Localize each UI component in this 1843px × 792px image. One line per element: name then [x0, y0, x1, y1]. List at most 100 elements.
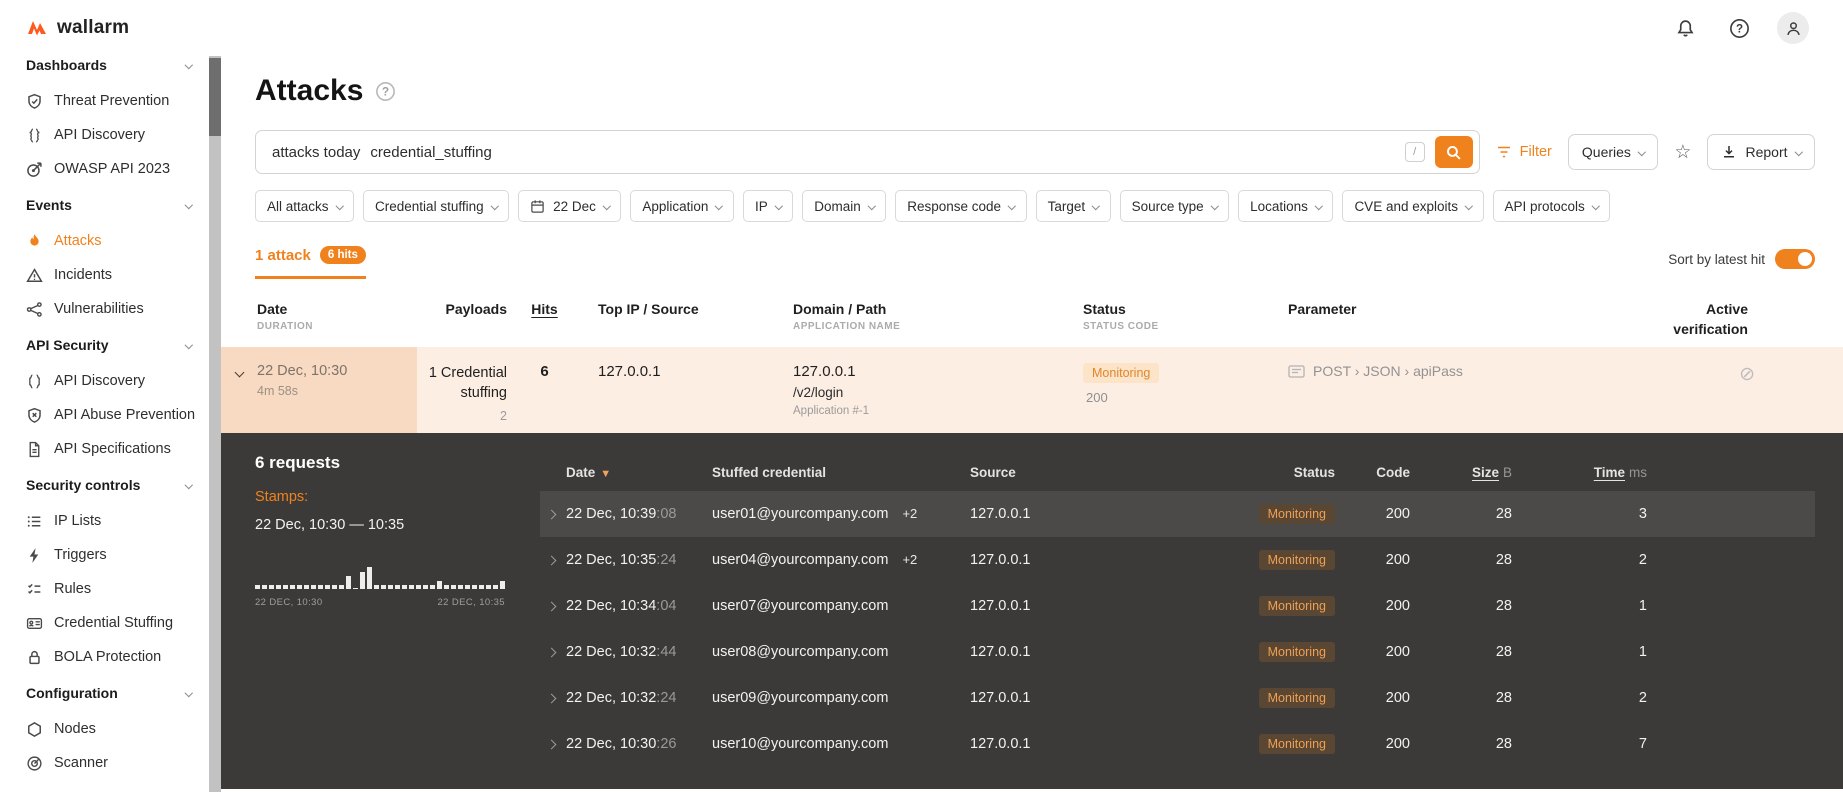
expand-chevron-icon[interactable]: [546, 693, 557, 703]
sidebar-item-triggers[interactable]: Triggers: [0, 538, 209, 572]
col-domain-path: Domain / Path: [793, 301, 887, 317]
sidebar-scrollbar[interactable]: [209, 56, 221, 792]
collapse-chevron-icon[interactable]: [234, 367, 244, 378]
expand-chevron-icon[interactable]: [546, 555, 557, 565]
expand-chevron-icon[interactable]: [546, 601, 557, 611]
col-time[interactable]: Time ms: [1512, 465, 1647, 480]
filter-chip-api-protocols[interactable]: API protocols: [1492, 190, 1611, 222]
request-date: 22 Dec, 10:32: [566, 644, 657, 660]
attack-domain[interactable]: 127.0.0.1: [793, 363, 1067, 380]
search-token[interactable]: attacks today: [272, 144, 360, 161]
col-parameter: Parameter: [1288, 301, 1357, 317]
top-bar: wallarm ?: [0, 0, 1843, 56]
scrollbar-track[interactable]: [209, 56, 221, 792]
keyboard-shortcut-hint: /: [1404, 142, 1425, 162]
sidebar-item-api-discovery-2[interactable]: API Discovery: [0, 364, 209, 398]
attack-row[interactable]: 22 Dec, 10:30 4m 58s 1 Credential stuffi…: [221, 347, 1843, 433]
request-row[interactable]: 22 Dec, 10:32:44 user08@yourcompany.com …: [540, 629, 1815, 675]
expand-chevron-icon[interactable]: [546, 647, 557, 657]
request-row[interactable]: 22 Dec, 10:34:04 user07@yourcompany.com …: [540, 583, 1815, 629]
attack-path[interactable]: /v2/login: [793, 385, 1067, 400]
sidebar-item-rules[interactable]: Rules: [0, 572, 209, 606]
col-size[interactable]: Size B: [1410, 465, 1512, 480]
sidebar-item-ip-lists[interactable]: IP Lists: [0, 504, 209, 538]
chart-bar: [374, 585, 379, 589]
scrollbar-thumb[interactable]: [209, 58, 221, 136]
request-source: 127.0.0.1: [970, 644, 1031, 660]
sidebar-section-dashboards[interactable]: Dashboards: [0, 56, 209, 84]
sidebar-item-owasp-api-2023[interactable]: OWASP API 2023: [0, 152, 209, 186]
sidebar-item-scanner[interactable]: Scanner: [0, 746, 209, 780]
sidebar-item-nodes[interactable]: Nodes: [0, 712, 209, 746]
filter-chip-source-type[interactable]: Source type: [1119, 190, 1230, 222]
report-button[interactable]: Report: [1707, 134, 1815, 170]
status-badge: Monitoring: [1258, 642, 1335, 662]
filter-chip-application[interactable]: Application: [630, 190, 734, 222]
attack-payload[interactable]: 1 Credential stuffing: [417, 363, 507, 404]
chart-bar: [304, 585, 309, 589]
sidebar-item-api-abuse-prevention[interactable]: API Abuse Prevention: [0, 398, 209, 432]
chart-bar: [416, 585, 421, 589]
col-date: Date: [257, 301, 288, 317]
sidebar-item-label: Scanner: [54, 755, 109, 771]
request-date: 22 Dec, 10:32: [566, 690, 657, 706]
target-arrow-icon: [27, 161, 42, 177]
document-icon: [29, 441, 40, 457]
filter-chip-ip[interactable]: IP: [742, 190, 794, 222]
expand-chevron-icon[interactable]: [546, 739, 557, 749]
hexagon-icon: [28, 721, 41, 737]
chevron-down-icon: [184, 341, 193, 349]
attack-parameter[interactable]: POST › JSON › apiPass: [1313, 363, 1463, 379]
filter-chip-all-attacks[interactable]: All attacks: [255, 190, 355, 222]
chevron-down-icon: [1637, 148, 1646, 156]
filter-chip-date[interactable]: 22 Dec: [518, 190, 622, 222]
attack-top-ip[interactable]: 127.0.0.1: [582, 347, 777, 433]
filter-chip-cve-and-exploits[interactable]: CVE and exploits: [1342, 190, 1484, 222]
filter-chip-domain[interactable]: Domain: [802, 190, 887, 222]
help-icon[interactable]: ?: [1723, 12, 1755, 44]
request-time: 2: [1638, 690, 1647, 706]
requests-table: Date ▼ Stuffed credential Source Status C…: [540, 453, 1815, 767]
attack-count-tab[interactable]: 1 attack 6 hits: [255, 246, 366, 279]
request-row[interactable]: 22 Dec, 10:30:26 user10@yourcompany.com …: [540, 721, 1815, 767]
col-request-date[interactable]: Date ▼: [566, 465, 712, 480]
section-label: Security controls: [26, 477, 141, 493]
request-time: 1: [1638, 598, 1647, 614]
sidebar-section-security-controls[interactable]: Security controls: [0, 466, 209, 504]
queries-button[interactable]: Queries: [1567, 134, 1659, 170]
sidebar-section-configuration[interactable]: Configuration: [0, 674, 209, 712]
sidebar-item-incidents[interactable]: Incidents: [0, 258, 209, 292]
sort-toggle[interactable]: [1775, 249, 1815, 269]
request-row[interactable]: 22 Dec, 10:39:08 user01@yourcompany.com +…: [540, 491, 1815, 537]
wallarm-logo[interactable]: wallarm: [0, 17, 209, 39]
favorite-star-icon[interactable]: ☆: [1674, 141, 1691, 164]
filter-chip-locations[interactable]: Locations: [1238, 190, 1334, 222]
sidebar-item-label: BOLA Protection: [54, 649, 162, 665]
filter-button[interactable]: Filter: [1496, 144, 1552, 160]
sidebar-item-api-discovery[interactable]: API Discovery: [0, 118, 209, 152]
filter-chip-target[interactable]: Target: [1035, 190, 1111, 222]
sidebar-item-credential-stuffing[interactable]: Credential Stuffing: [0, 606, 209, 640]
sidebar-section-api-security[interactable]: API Security: [0, 326, 209, 364]
search-token[interactable]: credential_stuffing: [370, 144, 491, 161]
request-row[interactable]: 22 Dec, 10:32:24 user09@yourcompany.com …: [540, 675, 1815, 721]
sidebar-item-attacks[interactable]: Attacks: [0, 224, 209, 258]
expand-chevron-icon[interactable]: [546, 509, 557, 519]
sidebar-item-api-specifications[interactable]: API Specifications: [0, 432, 209, 466]
sidebar-item-bola-protection[interactable]: BOLA Protection: [0, 640, 209, 674]
user-icon[interactable]: [1777, 12, 1809, 44]
sidebar-item-vulnerabilities[interactable]: Vulnerabilities: [0, 292, 209, 326]
filter-chip-response-code[interactable]: Response code: [895, 190, 1027, 222]
col-hits[interactable]: Hits: [531, 301, 557, 317]
bell-icon[interactable]: [1669, 12, 1701, 44]
chart-bar: [332, 585, 337, 589]
sidebar-item-threat-prevention[interactable]: Threat Prevention: [0, 84, 209, 118]
filter-chip-credential-stuffing[interactable]: Credential stuffing: [363, 190, 510, 222]
search-button[interactable]: [1434, 136, 1473, 168]
search-input[interactable]: attacks today credential_stuffing /: [255, 130, 1480, 174]
request-row[interactable]: 22 Dec, 10:35:24 user04@yourcompany.com +…: [540, 537, 1815, 583]
page-help-icon[interactable]: ?: [375, 81, 396, 102]
request-size: 28: [1495, 552, 1512, 568]
sidebar-section-events[interactable]: Events: [0, 186, 209, 224]
chart-bar: [381, 585, 386, 589]
